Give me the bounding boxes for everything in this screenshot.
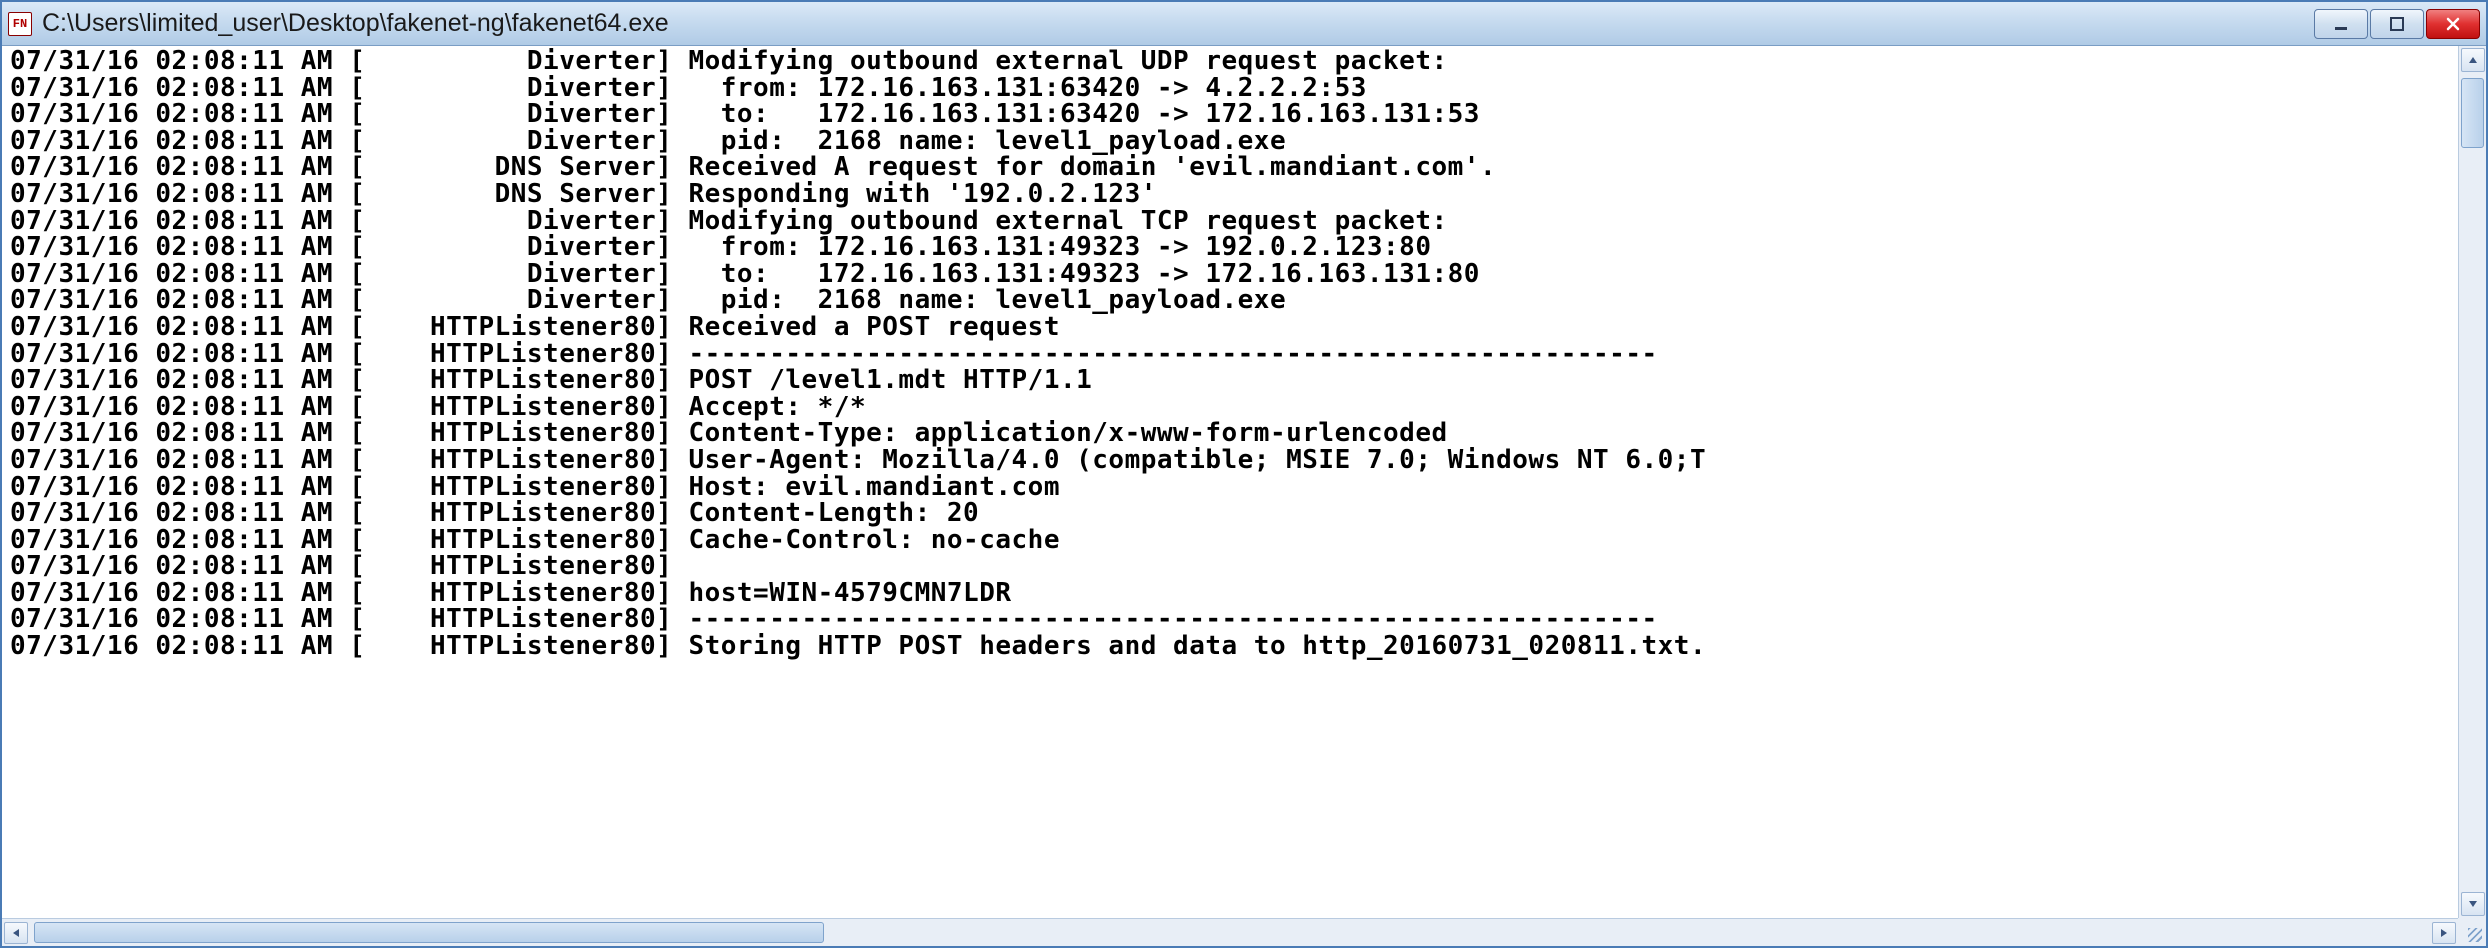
log-line: 07/31/16 02:08:11 AM [ Diverter] from: 1… [10, 75, 2478, 102]
log-line: 07/31/16 02:08:11 AM [ HTTPListener80] C… [10, 420, 2478, 447]
log-line: 07/31/16 02:08:11 AM [ Diverter] Modifyi… [10, 208, 2478, 235]
scroll-down-button[interactable] [2461, 892, 2485, 916]
scroll-left-button[interactable] [4, 922, 28, 944]
scroll-right-button[interactable] [2432, 922, 2456, 944]
log-line: 07/31/16 02:08:11 AM [ HTTPListener80] -… [10, 606, 2478, 633]
log-line: 07/31/16 02:08:11 AM [ Diverter] pid: 21… [10, 128, 2478, 155]
log-line: 07/31/16 02:08:11 AM [ HTTPListener80] R… [10, 314, 2478, 341]
log-line: 07/31/16 02:08:11 AM [ Diverter] from: 1… [10, 234, 2478, 261]
log-line: 07/31/16 02:08:11 AM [ HTTPListener80] -… [10, 341, 2478, 368]
app-icon: FN [8, 12, 32, 36]
app-window: FN C:\Users\limited_user\Desktop\fakenet… [0, 0, 2488, 948]
log-line: 07/31/16 02:08:11 AM [ DNS Server] Respo… [10, 181, 2478, 208]
vertical-scroll-thumb[interactable] [2461, 78, 2484, 148]
content-area: 07/31/16 02:08:11 AM [ Diverter] Modifyi… [2, 46, 2486, 946]
log-line: 07/31/16 02:08:11 AM [ DNS Server] Recei… [10, 154, 2478, 181]
vertical-scroll-track[interactable] [2459, 74, 2486, 890]
log-line: 07/31/16 02:08:11 AM [ HTTPListener80] h… [10, 580, 2478, 607]
window-title: C:\Users\limited_user\Desktop\fakenet-ng… [42, 9, 2314, 38]
log-line: 07/31/16 02:08:11 AM [ HTTPListener80] A… [10, 394, 2478, 421]
vertical-scrollbar[interactable] [2458, 46, 2486, 918]
log-line: 07/31/16 02:08:11 AM [ Diverter] pid: 21… [10, 287, 2478, 314]
log-line: 07/31/16 02:08:11 AM [ HTTPListener80] C… [10, 500, 2478, 527]
maximize-button[interactable] [2370, 9, 2424, 39]
minimize-button[interactable] [2314, 9, 2368, 39]
log-line: 07/31/16 02:08:11 AM [ Diverter] Modifyi… [10, 48, 2478, 75]
titlebar[interactable]: FN C:\Users\limited_user\Desktop\fakenet… [2, 2, 2486, 46]
log-line: 07/31/16 02:08:11 AM [ HTTPListener80] H… [10, 474, 2478, 501]
log-line: 07/31/16 02:08:11 AM [ HTTPListener80] U… [10, 447, 2478, 474]
log-line: 07/31/16 02:08:11 AM [ HTTPListener80] S… [10, 633, 2478, 660]
horizontal-scroll-thumb[interactable] [34, 922, 824, 943]
horizontal-scrollbar[interactable] [2, 918, 2458, 946]
window-controls [2314, 9, 2480, 39]
log-line: 07/31/16 02:08:11 AM [ Diverter] to: 172… [10, 101, 2478, 128]
horizontal-scroll-track[interactable] [30, 919, 2430, 946]
resize-grip[interactable] [2458, 918, 2486, 946]
log-line: 07/31/16 02:08:11 AM [ HTTPListener80] [10, 553, 2478, 580]
log-line: 07/31/16 02:08:11 AM [ Diverter] to: 172… [10, 261, 2478, 288]
scroll-up-button[interactable] [2461, 48, 2485, 72]
log-line: 07/31/16 02:08:11 AM [ HTTPListener80] C… [10, 527, 2478, 554]
close-button[interactable] [2426, 9, 2480, 39]
log-line: 07/31/16 02:08:11 AM [ HTTPListener80] P… [10, 367, 2478, 394]
terminal-output[interactable]: 07/31/16 02:08:11 AM [ Diverter] Modifyi… [2, 46, 2486, 918]
